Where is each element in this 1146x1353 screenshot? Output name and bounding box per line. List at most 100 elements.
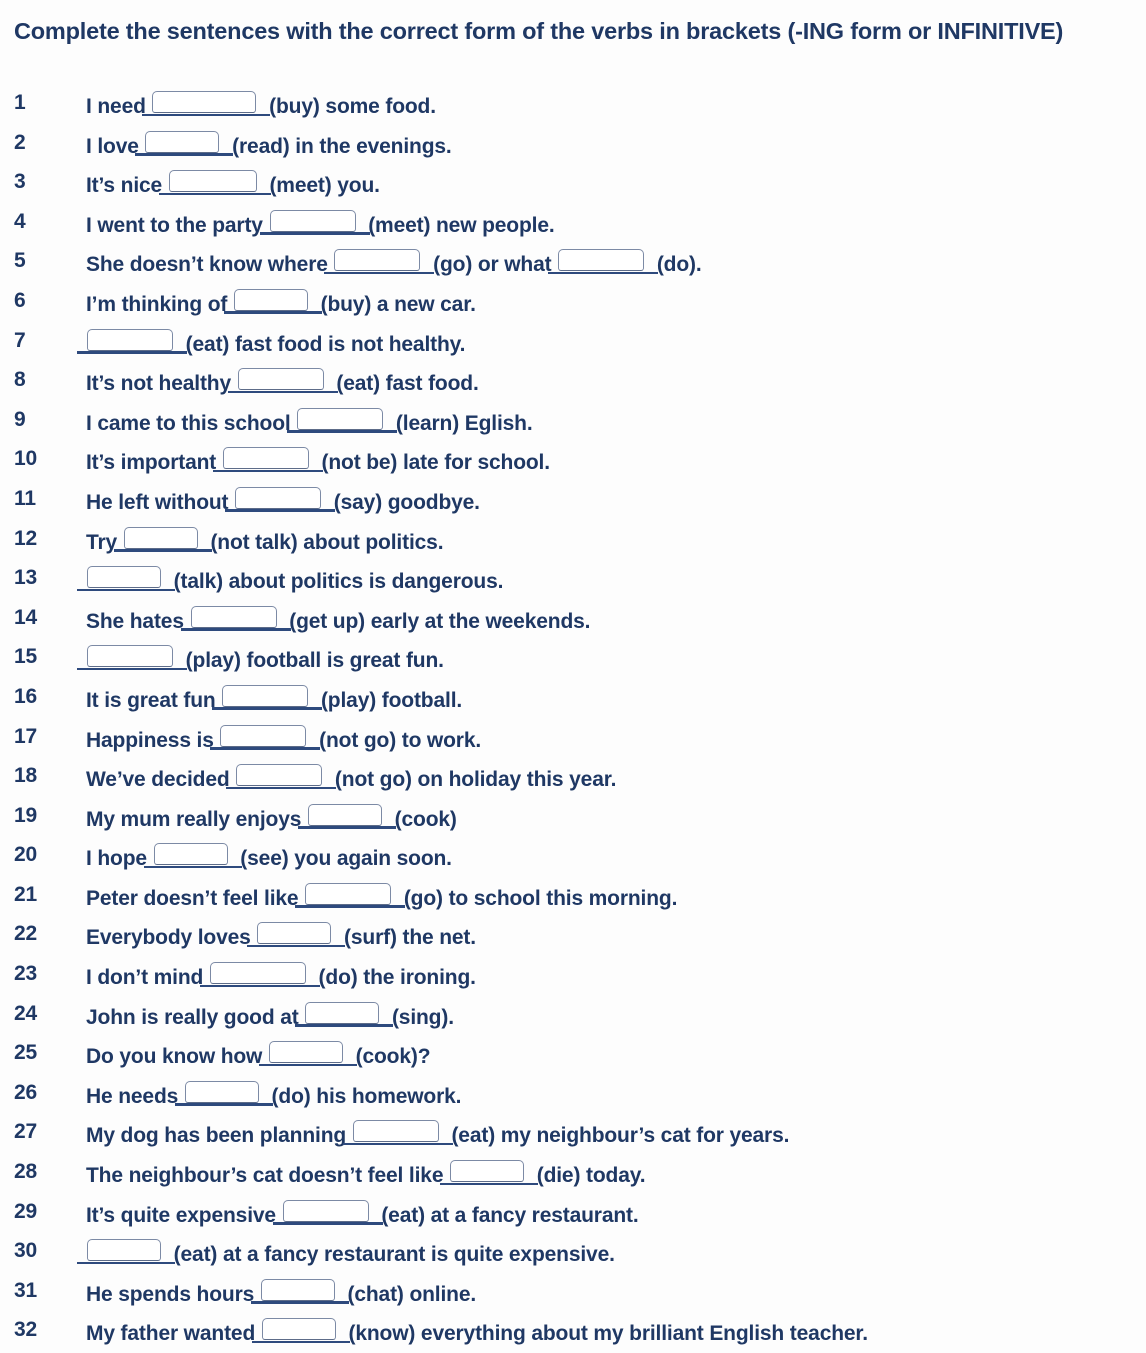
exercise-item: 23 I don’t mind (do) the ironing. — [0, 957, 1146, 997]
answer-input[interactable] — [233, 288, 308, 311]
sentence-text: (go) to school this morning. — [398, 886, 678, 910]
answer-input[interactable] — [282, 1199, 369, 1222]
answer-input[interactable] — [307, 803, 382, 826]
answer-input[interactable] — [87, 1239, 161, 1262]
answer-blank-1[interactable] — [247, 922, 346, 948]
answer-blank-1[interactable] — [295, 882, 406, 908]
exercise-item: 1 I need (buy) some food. — [0, 86, 1146, 126]
blank-underline — [212, 469, 323, 473]
answer-input[interactable] — [145, 130, 220, 153]
answer-input[interactable] — [209, 962, 306, 985]
sentence-text: (buy) a new car. — [314, 292, 476, 316]
blank-underline — [212, 707, 323, 710]
answer-input[interactable] — [87, 566, 161, 589]
sentence-text: (sing). — [386, 1005, 454, 1029]
answer-blank-1[interactable] — [258, 1041, 357, 1067]
answer-input[interactable] — [305, 882, 392, 905]
blank-underline — [135, 153, 234, 156]
answer-blank-1[interactable] — [199, 962, 320, 988]
answer-blank-1[interactable] — [77, 1239, 175, 1265]
answer-input[interactable] — [123, 526, 198, 549]
sentence: She hates (get up) early at the weekends… — [86, 605, 591, 635]
answer-blank-2[interactable] — [548, 249, 659, 275]
answer-input[interactable] — [334, 249, 421, 272]
sentence-text: (say) goodbye. — [328, 490, 480, 514]
item-number: 15 — [14, 645, 37, 669]
answer-blank-1[interactable] — [440, 1160, 539, 1186]
sentence: (eat) fast food is not healthy. — [77, 328, 466, 358]
answer-input[interactable] — [184, 1080, 259, 1103]
sentence-text: (learn) Eglish. — [390, 411, 533, 435]
answer-input[interactable] — [236, 764, 323, 787]
sentence: He spends hours (chat) online. — [86, 1278, 476, 1308]
answer-input[interactable] — [257, 922, 332, 945]
answer-input[interactable] — [450, 1160, 525, 1183]
sentence: John is really good at (sing). — [86, 1001, 454, 1031]
exercise-item: 10 It’s important (not be) late for schoo… — [0, 442, 1146, 482]
sentence-text: (not talk) about politics. — [204, 530, 444, 554]
sentence-text: He spends hours — [86, 1282, 260, 1306]
answer-input[interactable] — [261, 1318, 336, 1341]
answer-blank-1[interactable] — [143, 843, 242, 869]
sentence: Everybody loves (surf) the net. — [86, 922, 476, 951]
answer-blank-1[interactable] — [250, 1278, 349, 1304]
answer-blank-1[interactable] — [287, 407, 398, 433]
answer-blank-1[interactable] — [295, 1001, 394, 1027]
answer-blank-1[interactable] — [210, 724, 321, 750]
answer-blank-1[interactable] — [113, 526, 212, 552]
sentence-text: (cook) — [388, 807, 457, 831]
exercise-item: 31 He spends hours (chat) online. — [0, 1274, 1146, 1314]
answer-input[interactable] — [87, 328, 173, 351]
answer-input[interactable] — [190, 605, 277, 628]
answer-input[interactable] — [237, 368, 324, 391]
answer-input[interactable] — [235, 486, 322, 509]
sentence-text: (not go) on holiday this year. — [329, 768, 617, 792]
exercise-item: 17 Happiness is (not go) to work. — [0, 720, 1146, 760]
answer-blank-1[interactable] — [226, 764, 337, 790]
answer-blank-1[interactable] — [135, 130, 234, 156]
exercise-item: 20 I hope (see) you again soon. — [0, 838, 1146, 878]
answer-blank-1[interactable] — [297, 803, 396, 829]
answer-blank-1[interactable] — [77, 645, 187, 671]
answer-blank-1[interactable] — [180, 605, 291, 631]
answer-input[interactable] — [153, 843, 228, 866]
answer-blank-1[interactable] — [342, 1120, 453, 1146]
answer-blank-1[interactable] — [225, 486, 336, 512]
sentence: We’ve decided (not go) on holiday this y… — [86, 764, 616, 793]
answer-input[interactable] — [268, 1041, 343, 1064]
answer-input[interactable] — [220, 724, 307, 747]
sentence-text: (get up) early at the weekends. — [283, 609, 591, 633]
answer-blank-1[interactable] — [259, 209, 370, 235]
answer-blank-1[interactable] — [212, 447, 323, 473]
answer-blank-1[interactable] — [158, 170, 271, 196]
sentence-text: (not be) late for school. — [315, 451, 550, 475]
answer-input[interactable] — [558, 249, 645, 272]
answer-input[interactable] — [152, 91, 257, 113]
answer-blank-1[interactable] — [324, 249, 435, 275]
answer-input[interactable] — [269, 209, 356, 232]
answer-blank-1[interactable] — [227, 368, 338, 394]
answer-input[interactable] — [87, 645, 173, 668]
answer-input[interactable] — [222, 684, 309, 707]
answer-input[interactable] — [260, 1278, 335, 1301]
sentence-text: (eat) fast food is not healthy. — [180, 332, 466, 356]
answer-blank-1[interactable] — [174, 1080, 273, 1106]
answer-input[interactable] — [305, 1001, 380, 1024]
answer-blank-1[interactable] — [272, 1199, 383, 1225]
answer-blank-1[interactable] — [142, 91, 271, 116]
exercise-item: 18 We’ve decided (not go) on holiday this… — [0, 759, 1146, 799]
item-number: 12 — [14, 526, 37, 550]
answer-blank-1[interactable] — [223, 288, 322, 314]
blank-underline — [251, 1340, 350, 1344]
sentence-text: (surf) the net. — [338, 926, 476, 950]
blank-underline — [227, 390, 338, 394]
answer-blank-1[interactable] — [77, 328, 187, 354]
answer-input[interactable] — [352, 1120, 439, 1143]
answer-blank-1[interactable] — [212, 684, 323, 710]
answer-input[interactable] — [297, 407, 384, 430]
blank-underline — [324, 271, 435, 275]
answer-input[interactable] — [222, 447, 309, 470]
answer-input[interactable] — [168, 170, 257, 193]
answer-blank-1[interactable] — [77, 566, 175, 592]
answer-blank-1[interactable] — [251, 1318, 350, 1344]
